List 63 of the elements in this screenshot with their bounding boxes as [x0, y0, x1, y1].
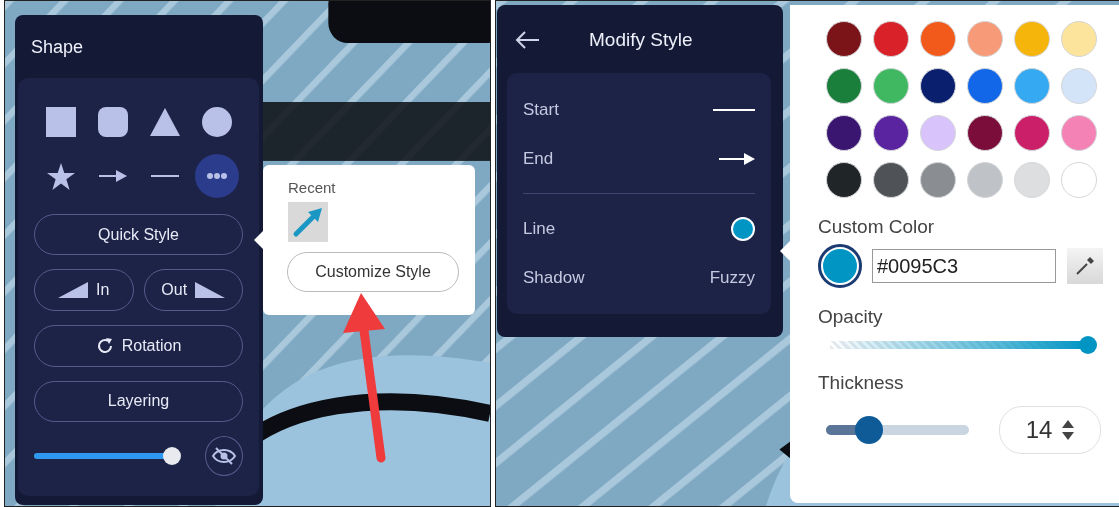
opacity-label: Opacity — [818, 306, 884, 328]
arrow-icon — [98, 169, 127, 183]
rounded-square-icon — [97, 107, 128, 137]
color-swatch[interactable] — [920, 115, 956, 151]
arrow-end-icon[interactable] — [719, 151, 755, 166]
color-swatch[interactable] — [826, 162, 862, 198]
rotate-icon — [95, 337, 114, 355]
recent-label: Recent — [288, 179, 337, 196]
eyedropper-icon — [1075, 256, 1095, 276]
color-swatch[interactable] — [1061, 68, 1097, 104]
panel-title: Modify Style — [589, 29, 693, 51]
color-swatch[interactable] — [873, 68, 909, 104]
diagonal-arrow-icon — [292, 206, 324, 238]
eyedropper-button[interactable] — [1067, 248, 1103, 284]
star-icon — [46, 162, 75, 190]
line-icon — [150, 175, 179, 177]
color-swatch[interactable] — [1061, 21, 1097, 57]
ramp-down-icon — [195, 282, 226, 299]
ramp-up-icon — [58, 282, 89, 299]
eye-slash-icon — [212, 447, 236, 465]
row-label: Start — [523, 99, 559, 120]
color-swatch[interactable] — [873, 21, 909, 57]
row-value[interactable]: Fuzzy — [709, 267, 755, 288]
shape-button[interactable] — [194, 154, 239, 198]
color-swatch[interactable] — [1061, 115, 1097, 151]
spinner-icon — [1062, 420, 1075, 440]
color-swatch[interactable] — [826, 68, 862, 104]
recent-style-thumbnail[interactable] — [288, 202, 328, 242]
triangle-icon — [149, 108, 180, 136]
row-label: Line — [523, 218, 556, 239]
color-swatch[interactable] — [920, 68, 956, 104]
slider-thumb[interactable] — [854, 416, 883, 444]
thickness-field[interactable]: 14 — [999, 406, 1101, 454]
color-swatch[interactable] — [967, 68, 1003, 104]
hex-input-field[interactable]: #0095C3 — [872, 249, 1056, 283]
color-swatch[interactable] — [967, 21, 1003, 57]
line-end-icon[interactable] — [713, 108, 755, 111]
square-icon — [45, 107, 76, 137]
color-dot[interactable] — [731, 216, 755, 241]
color-swatch[interactable] — [1061, 162, 1097, 198]
color-swatch[interactable] — [1014, 68, 1050, 104]
circle-icon — [201, 107, 232, 137]
color-swatch[interactable] — [1014, 21, 1050, 57]
customize-style-button[interactable]: Customize Style — [287, 252, 459, 292]
slider-thumb[interactable] — [1079, 336, 1097, 354]
back-arrow-icon[interactable] — [515, 31, 539, 49]
slider-thumb[interactable] — [162, 447, 181, 465]
color-swatch[interactable] — [967, 115, 1003, 151]
color-swatch[interactable] — [826, 115, 862, 151]
color-swatch[interactable] — [920, 21, 956, 57]
color-swatch[interactable] — [967, 162, 1003, 198]
color-swatch[interactable] — [920, 162, 956, 198]
custom-color-label: Custom Color — [818, 216, 936, 238]
color-swatch[interactable] — [873, 115, 909, 151]
color-swatch[interactable] — [826, 21, 862, 57]
color-swatch[interactable] — [1014, 162, 1050, 198]
thickness-label: Thickness — [818, 372, 905, 394]
color-swatch[interactable] — [873, 162, 909, 198]
panel-title: Shape — [30, 36, 85, 59]
row-label: End — [523, 148, 554, 169]
row-label: Shadow — [523, 267, 585, 288]
color-swatch[interactable] — [1014, 115, 1050, 151]
more-icon — [206, 173, 227, 179]
